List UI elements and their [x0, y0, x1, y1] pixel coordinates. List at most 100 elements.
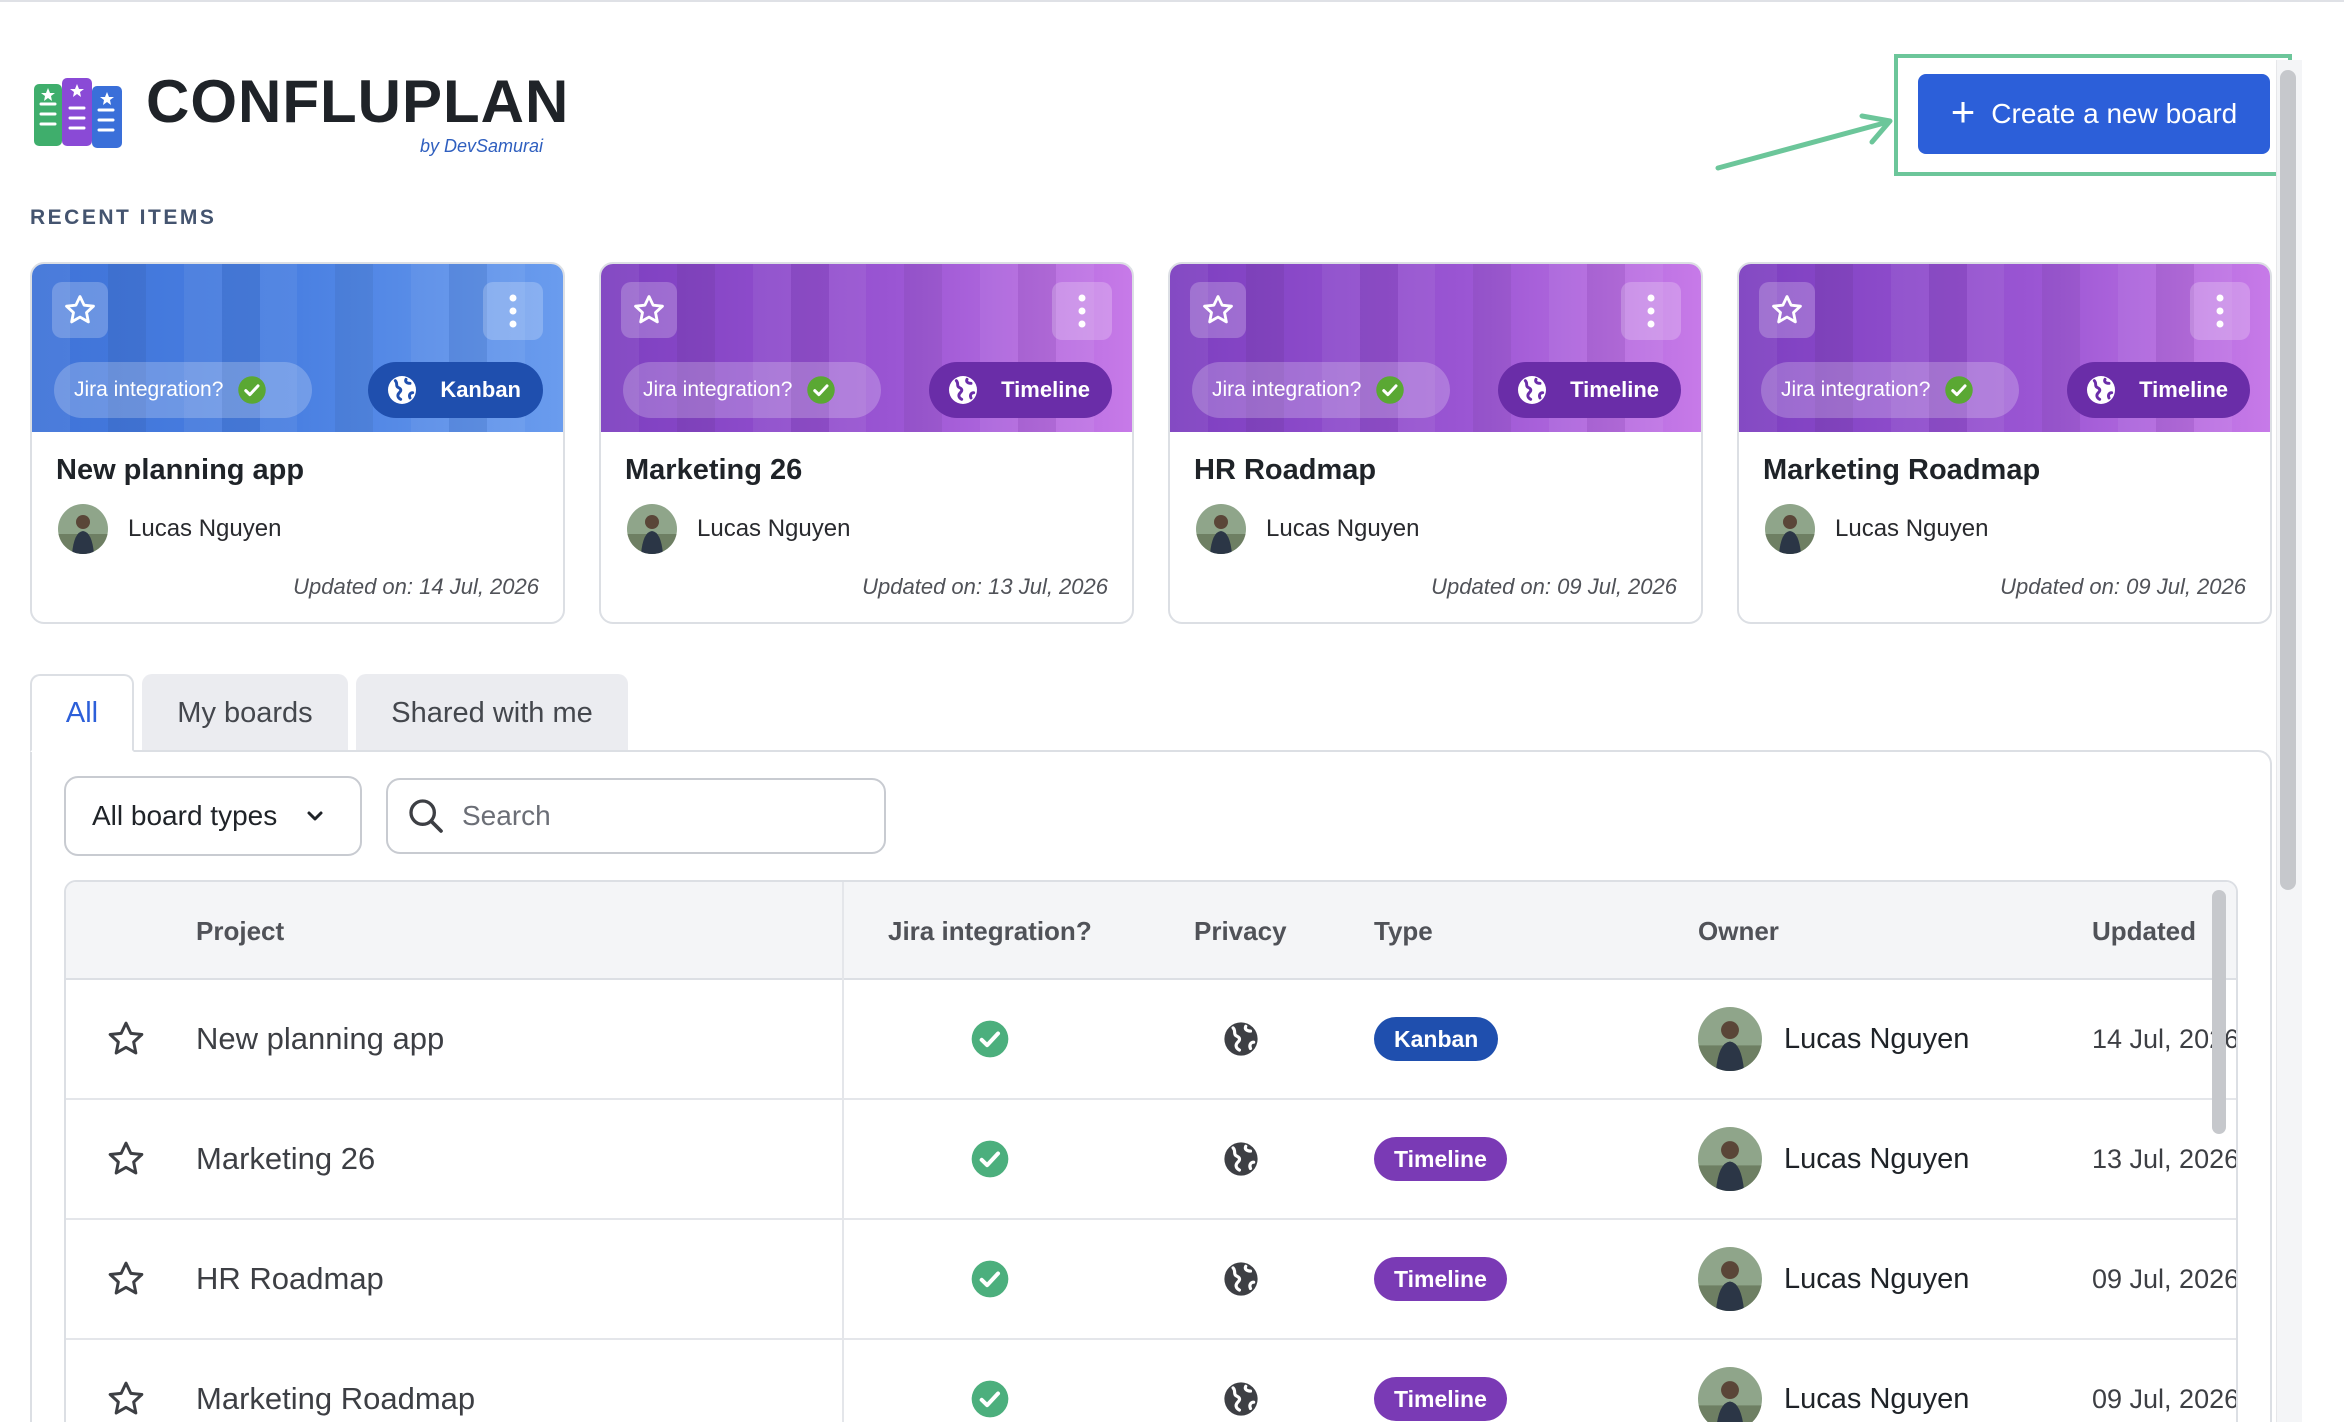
- jira-integration-label: Jira integration?: [643, 378, 793, 401]
- owner-name: Lucas Nguyen: [1784, 1142, 1970, 1175]
- header-jira-integration[interactable]: Jira integration?: [888, 882, 1092, 980]
- more-options-icon[interactable]: [483, 282, 543, 340]
- plus-icon: +: [1950, 88, 1976, 135]
- brand-subtitle: by DevSamurai: [420, 136, 544, 156]
- table-row[interactable]: Marketing 26 Timeline Lucas Nguyen 13 Ju…: [66, 1100, 2236, 1220]
- search-box[interactable]: [386, 778, 886, 854]
- type-badge: Timeline: [1374, 1220, 1507, 1338]
- owner-name: Lucas Nguyen: [697, 515, 851, 542]
- favorite-star-icon[interactable]: [106, 1340, 146, 1422]
- project-name[interactable]: Marketing Roadmap: [196, 1340, 475, 1422]
- board-type-label: Timeline: [1570, 377, 1659, 402]
- owner-cell: Lucas Nguyen: [1698, 1340, 1969, 1422]
- owner-name: Lucas Nguyen: [1784, 1262, 1970, 1295]
- card-title[interactable]: New planning app: [56, 454, 304, 487]
- type-badge: Kanban: [1374, 980, 1499, 1098]
- check-circle-icon: [970, 1220, 1010, 1338]
- confluplan-logo-icon: [34, 78, 122, 148]
- recent-card[interactable]: Jira integration? Kanban New planning ap…: [30, 262, 565, 624]
- favorite-star-icon[interactable]: [106, 1100, 146, 1218]
- tab-shared-with-me[interactable]: Shared with me: [356, 674, 628, 752]
- card-title[interactable]: HR Roadmap: [1194, 454, 1376, 487]
- recent-items-heading: RECENT ITEMS: [30, 206, 217, 229]
- jira-integration-label: Jira integration?: [1212, 378, 1362, 401]
- table-scrollbar-thumb[interactable]: [2212, 890, 2226, 1134]
- avatar: [58, 504, 108, 554]
- more-options-icon[interactable]: [1621, 282, 1681, 340]
- check-circle-icon: [970, 980, 1010, 1098]
- owner-cell: Lucas Nguyen: [1698, 980, 1969, 1098]
- card-banner: Jira integration? Timeline: [1170, 264, 1701, 432]
- tab-my-boards[interactable]: My boards: [142, 674, 348, 752]
- card-owner: Lucas Nguyen: [627, 504, 850, 554]
- avatar: [1698, 1007, 1762, 1071]
- jira-integration-pill: Jira integration?: [1761, 362, 2019, 418]
- type-badge: Timeline: [1374, 1100, 1507, 1218]
- globe-icon: [1518, 376, 1547, 404]
- card-updated-date: Updated on: 09 Jul, 2026: [2000, 574, 2246, 599]
- recent-card[interactable]: Jira integration? Timeline Marketing Roa…: [1737, 262, 2272, 624]
- card-owner: Lucas Nguyen: [58, 504, 281, 554]
- globe-icon: [949, 376, 978, 404]
- card-banner: Jira integration? Kanban: [32, 264, 563, 432]
- check-circle-icon: [1376, 376, 1405, 404]
- owner-name: Lucas Nguyen: [1835, 515, 1989, 542]
- create-new-board-label: Create a new board: [1991, 98, 2238, 129]
- owner-name: Lucas Nguyen: [1784, 1382, 1970, 1415]
- table-header: Project Jira integration? Privacy Type O…: [66, 882, 2236, 980]
- owner-name: Lucas Nguyen: [1266, 515, 1420, 542]
- table-row[interactable]: HR Roadmap Timeline Lucas Nguyen 09 Jul,…: [66, 1220, 2236, 1340]
- favorite-star-icon[interactable]: [106, 1220, 146, 1338]
- card-title[interactable]: Marketing 26: [625, 454, 802, 487]
- card-updated-date: Updated on: 13 Jul, 2026: [862, 574, 1108, 599]
- globe-icon: [1222, 1220, 1260, 1338]
- create-new-board-button[interactable]: + Create a new board: [1918, 74, 2270, 154]
- header-updated[interactable]: Updated: [2092, 882, 2196, 980]
- table-row[interactable]: Marketing Roadmap Timeline Lucas Nguyen …: [66, 1340, 2236, 1422]
- owner-cell: Lucas Nguyen: [1698, 1100, 1969, 1218]
- type-badge-label: Timeline: [1374, 1257, 1507, 1301]
- card-owner: Lucas Nguyen: [1765, 504, 1988, 554]
- project-name[interactable]: New planning app: [196, 980, 444, 1098]
- header-type[interactable]: Type: [1374, 882, 1433, 980]
- favorite-star-icon[interactable]: [1190, 282, 1246, 338]
- favorite-star-icon[interactable]: [1759, 282, 1815, 338]
- project-name[interactable]: Marketing 26: [196, 1100, 375, 1218]
- search-input[interactable]: [462, 800, 862, 832]
- favorite-star-icon[interactable]: [621, 282, 677, 338]
- more-options-icon[interactable]: [2190, 282, 2250, 340]
- card-owner: Lucas Nguyen: [1196, 504, 1419, 554]
- avatar: [627, 504, 677, 554]
- header-privacy[interactable]: Privacy: [1194, 882, 1287, 980]
- header-owner[interactable]: Owner: [1698, 882, 1779, 980]
- type-badge-label: Timeline: [1374, 1137, 1507, 1181]
- globe-icon: [1222, 1100, 1260, 1218]
- avatar: [1765, 504, 1815, 554]
- more-options-icon[interactable]: [1052, 282, 1112, 340]
- type-badge-label: Kanban: [1374, 1017, 1499, 1061]
- annotation-arrow-icon: [1715, 113, 1893, 171]
- page-scrollbar-thumb[interactable]: [2280, 70, 2296, 890]
- board-type-label: Timeline: [1001, 377, 1090, 402]
- chevron-down-icon: [307, 811, 323, 821]
- check-circle-icon: [807, 376, 836, 404]
- search-icon: [409, 799, 443, 833]
- table-row[interactable]: New planning app Kanban Lucas Nguyen 14 …: [66, 980, 2236, 1100]
- tab-all[interactable]: All: [30, 674, 134, 752]
- favorite-star-icon[interactable]: [106, 980, 146, 1098]
- type-badge: Timeline: [1374, 1340, 1507, 1422]
- globe-icon: [1222, 980, 1260, 1098]
- recent-card[interactable]: Jira integration? Timeline HR Roadmap Lu…: [1168, 262, 1703, 624]
- favorite-star-icon[interactable]: [52, 282, 108, 338]
- board-type-select[interactable]: All board types: [64, 776, 362, 856]
- project-name[interactable]: HR Roadmap: [196, 1220, 384, 1338]
- card-banner: Jira integration? Timeline: [1739, 264, 2270, 432]
- check-circle-icon: [970, 1340, 1010, 1422]
- board-type-pill: Kanban: [368, 362, 543, 418]
- boards-table: Project Jira integration? Privacy Type O…: [64, 880, 2238, 1422]
- header-project[interactable]: Project: [196, 882, 284, 980]
- card-banner: Jira integration? Timeline: [601, 264, 1132, 432]
- check-circle-icon: [970, 1100, 1010, 1218]
- recent-card[interactable]: Jira integration? Timeline Marketing 26 …: [599, 262, 1134, 624]
- card-title[interactable]: Marketing Roadmap: [1763, 454, 2040, 487]
